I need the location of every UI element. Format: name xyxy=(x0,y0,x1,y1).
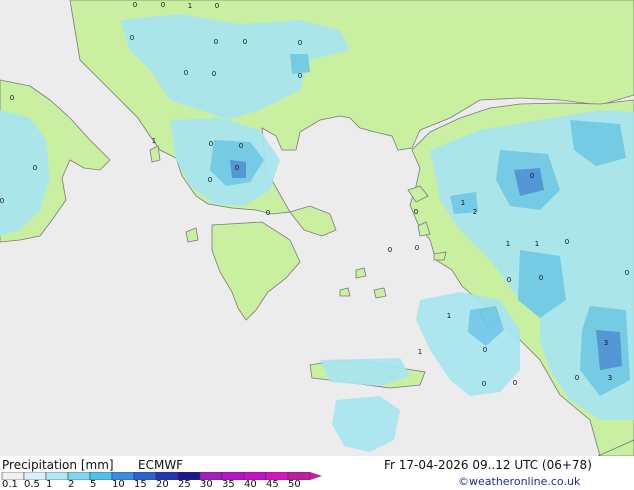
precip-amount-label: 1 xyxy=(418,348,422,356)
precip-amount-label: 0 xyxy=(239,142,243,150)
precip-amount-label: 0 xyxy=(130,34,134,42)
credit-link[interactable]: ©weatheronline.co.uk xyxy=(458,475,580,489)
precip-amount-label: 0 xyxy=(388,246,392,254)
legend-tick-label: 15 xyxy=(134,479,147,490)
precip-amount-label: 0 xyxy=(33,164,37,172)
legend-tick-label: 10 xyxy=(112,479,125,490)
precip-amount-label: 0 xyxy=(133,1,137,9)
precip-amount-label: 3 xyxy=(604,339,608,347)
precip-amount-label: 0 xyxy=(214,38,218,46)
precip-amount-label: 0 xyxy=(414,208,418,216)
precip-amount-label: 0 xyxy=(483,346,487,354)
precip-moderate-north xyxy=(290,54,310,74)
precip-amount-label: 0 xyxy=(565,238,569,246)
precip-heavy-cyprus-sea xyxy=(596,330,622,370)
precip-amount-label: 0 xyxy=(0,197,4,205)
precip-amount-label: 3 xyxy=(608,374,612,382)
product-label: Precipitation [mm] xyxy=(2,458,114,472)
legend-tick-label: 50 xyxy=(288,479,301,490)
precip-amount-label: 0 xyxy=(243,38,247,46)
precip-amount-label: 1 xyxy=(447,312,451,320)
precip-amount-label: 0 xyxy=(161,1,165,9)
precip-amount-label: 0 xyxy=(298,72,302,80)
precip-amount-label: 0 xyxy=(10,94,14,102)
model-name: ECMWF xyxy=(138,458,184,472)
legend-tick-label: 0.1 xyxy=(2,479,18,490)
precip-amount-label: 0 xyxy=(208,176,212,184)
precip-amount-label: 1 xyxy=(188,2,192,10)
legend-overflow-arrow xyxy=(310,472,322,480)
precip-amount-label: 0 xyxy=(235,164,239,172)
legend-tick-label: 45 xyxy=(266,479,279,490)
precipitation-map[interactable]: 0010000000010000000001201100330000011000 xyxy=(0,0,634,456)
precip-amount-label: 1 xyxy=(506,240,510,248)
precip-amount-label: 0 xyxy=(507,276,511,284)
precip-amount-label: 0 xyxy=(298,39,302,47)
legend-tick-label: 0.5 xyxy=(24,479,40,490)
precip-amount-label: 1 xyxy=(535,240,539,248)
precip-amount-label: 0 xyxy=(625,269,629,277)
island-cyclades-1 xyxy=(355,267,367,279)
map-canvas: 0 0 1 00 0 0 00 0 01 0 000000001201 1 0033000 00110 00 xyxy=(0,0,634,456)
precip-amount-label: 0 xyxy=(209,140,213,148)
precip-amount-label: 0 xyxy=(482,380,486,388)
legend-tick-label: 40 xyxy=(244,479,257,490)
precip-amount-label: 1 xyxy=(152,137,156,145)
precip-amount-label: 0 xyxy=(530,172,534,180)
legend-tick-label: 2 xyxy=(68,479,75,490)
precip-amount-label: 0 xyxy=(415,244,419,252)
legend-tick-label: 35 xyxy=(222,479,235,490)
precip-amount-label: 1 xyxy=(461,199,465,207)
precip-amount-label: 0 xyxy=(212,70,216,78)
legend-tick-label: 5 xyxy=(90,479,97,490)
precip-amount-label: 0 xyxy=(513,379,517,387)
valid-time: Fr 17-04-2026 09..12 UTC (06+78) xyxy=(384,458,592,472)
precip-amount-label: 0 xyxy=(215,2,219,10)
legend-tick-label: 20 xyxy=(156,479,169,490)
legend-tick-label: 25 xyxy=(178,479,191,490)
precip-amount-label: 0 xyxy=(539,274,543,282)
precip-amount-label: 0 xyxy=(184,69,188,77)
precip-amount-label: 0 xyxy=(575,374,579,382)
legend-tick-label: 30 xyxy=(200,479,213,490)
precip-amount-label: 2 xyxy=(473,208,477,216)
precip-amount-label: 0 xyxy=(266,209,270,217)
legend-tick-label: 1 xyxy=(46,479,53,490)
island-cyclades-2 xyxy=(373,287,387,299)
